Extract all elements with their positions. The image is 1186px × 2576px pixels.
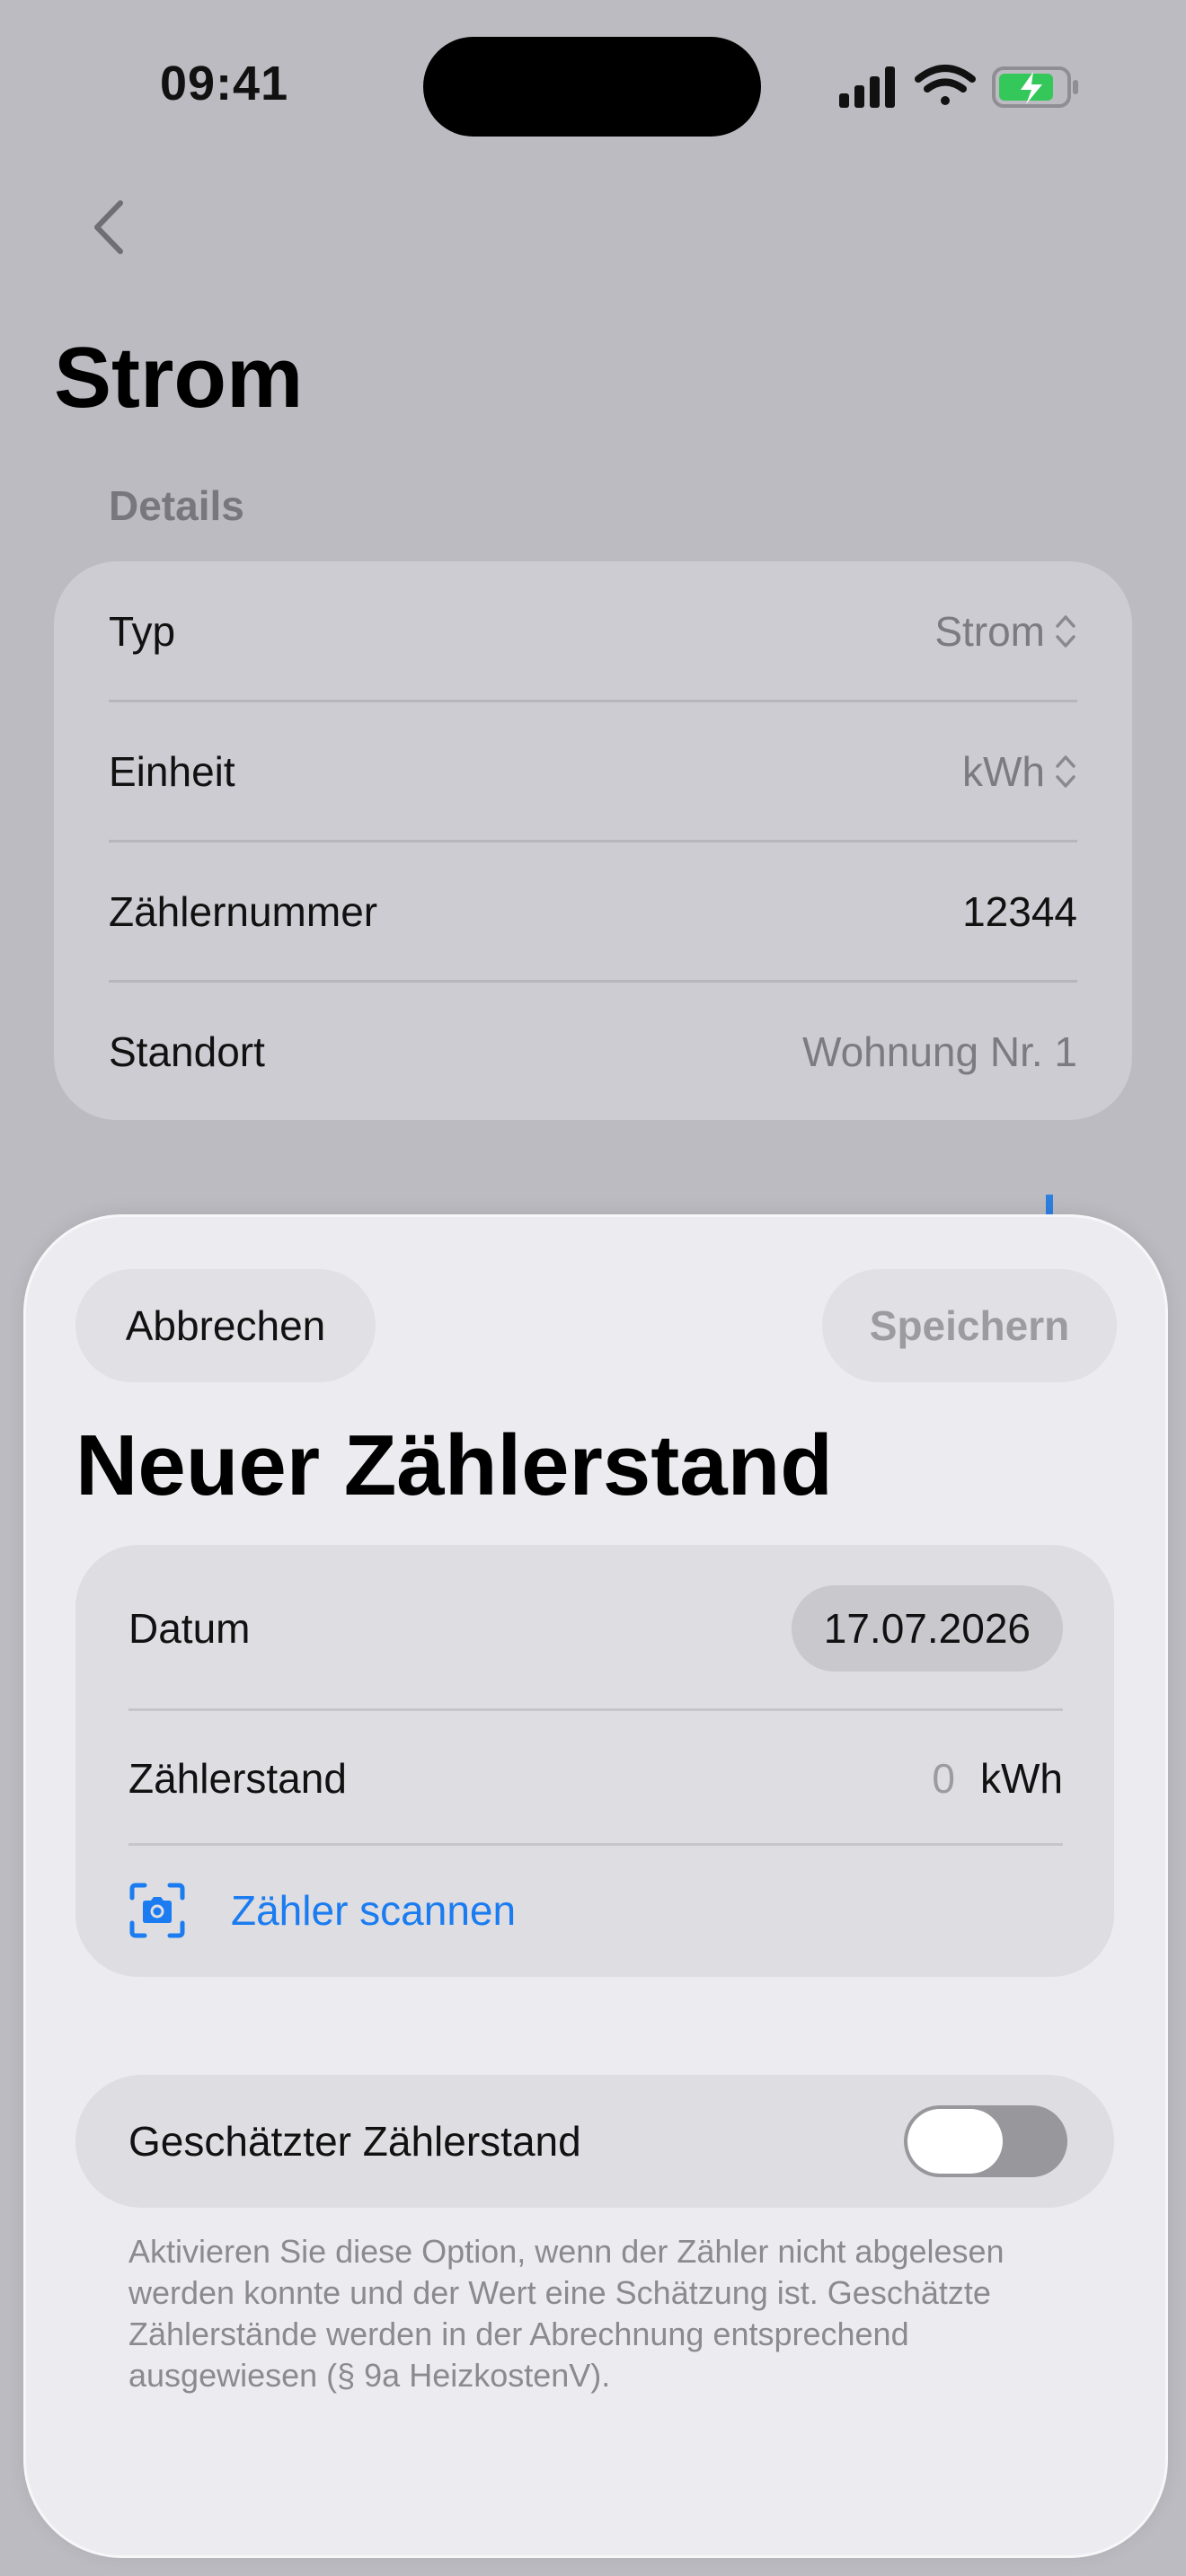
reading-label: Zählerstand	[128, 1755, 347, 1802]
page-title: Strom	[54, 330, 304, 426]
chevron-up-down-icon	[1056, 614, 1075, 648]
dynamic-island	[423, 37, 761, 137]
estimated-footnote: Aktivieren Sie diese Option, wenn der Zä…	[128, 2233, 1005, 2394]
reading-row: Zählerstand 0 kWh	[128, 1711, 1063, 1846]
scan-meter-button[interactable]: Zähler scannen	[128, 1852, 516, 1969]
status-icons	[839, 65, 1078, 108]
details-header: Details	[109, 482, 244, 529]
detail-value: Wohnung Nr. 1	[801, 1028, 1077, 1075]
date-label: Datum	[128, 1605, 251, 1652]
reading-unit: kWh	[980, 1755, 1063, 1802]
reading-input[interactable]: 0 kWh	[932, 1754, 1063, 1803]
chevron-up-down-icon	[1056, 754, 1075, 788]
new-reading-sheet: Abbrechen Speichern Neuer Zählerstand Da…	[23, 1214, 1168, 2558]
scan-label: Zähler scannen	[231, 1887, 517, 1934]
detail-label: Einheit	[109, 747, 235, 795]
estimated-label: Geschätzter Zählerstand	[128, 2118, 581, 2165]
detail-row-location[interactable]: Standort Wohnung Nr. 1	[109, 982, 1077, 1121]
battery-charging-icon	[992, 66, 1078, 108]
cellular-signal-icon	[839, 66, 895, 108]
back-chevron-icon[interactable]	[86, 196, 131, 259]
date-picker-button[interactable]: 17.07.2026	[791, 1585, 1063, 1672]
date-row: Datum 17.07.2026	[128, 1561, 1063, 1696]
camera-scan-icon	[129, 1883, 185, 1938]
detail-label: Standort	[109, 1028, 265, 1075]
cancel-button[interactable]: Abbrechen	[75, 1269, 376, 1382]
save-button[interactable]: Speichern	[822, 1269, 1117, 1382]
reading-value[interactable]: 0	[932, 1754, 955, 1803]
detail-row-type[interactable]: Typ Strom	[109, 561, 1077, 701]
detail-value: kWh	[962, 747, 1045, 795]
type-picker[interactable]: Strom	[934, 607, 1077, 656]
status-time: 09:41	[160, 57, 289, 110]
estimated-toggle[interactable]	[904, 2105, 1067, 2177]
details-card: Typ Strom Einheit kWh Zählernummer 12344…	[54, 561, 1132, 1120]
detail-value: Strom	[934, 607, 1045, 655]
estimated-reading-row: Geschätzter Zählerstand	[75, 2075, 1114, 2208]
detail-label: Typ	[109, 607, 176, 655]
detail-label: Zählernummer	[109, 887, 378, 935]
reading-form-card: Datum 17.07.2026 Zählerstand 0 kWh Zähle…	[75, 1545, 1114, 1977]
divider	[128, 1843, 1063, 1846]
sheet-title: Neuer Zählerstand	[75, 1417, 833, 1513]
toggle-knob	[907, 2109, 1003, 2174]
unit-picker[interactable]: kWh	[962, 747, 1077, 796]
detail-row-unit[interactable]: Einheit kWh	[109, 701, 1077, 841]
wifi-icon	[915, 65, 976, 105]
detail-row-meter-number[interactable]: Zählernummer 12344	[109, 842, 1077, 981]
detail-value: 12344	[962, 887, 1077, 935]
